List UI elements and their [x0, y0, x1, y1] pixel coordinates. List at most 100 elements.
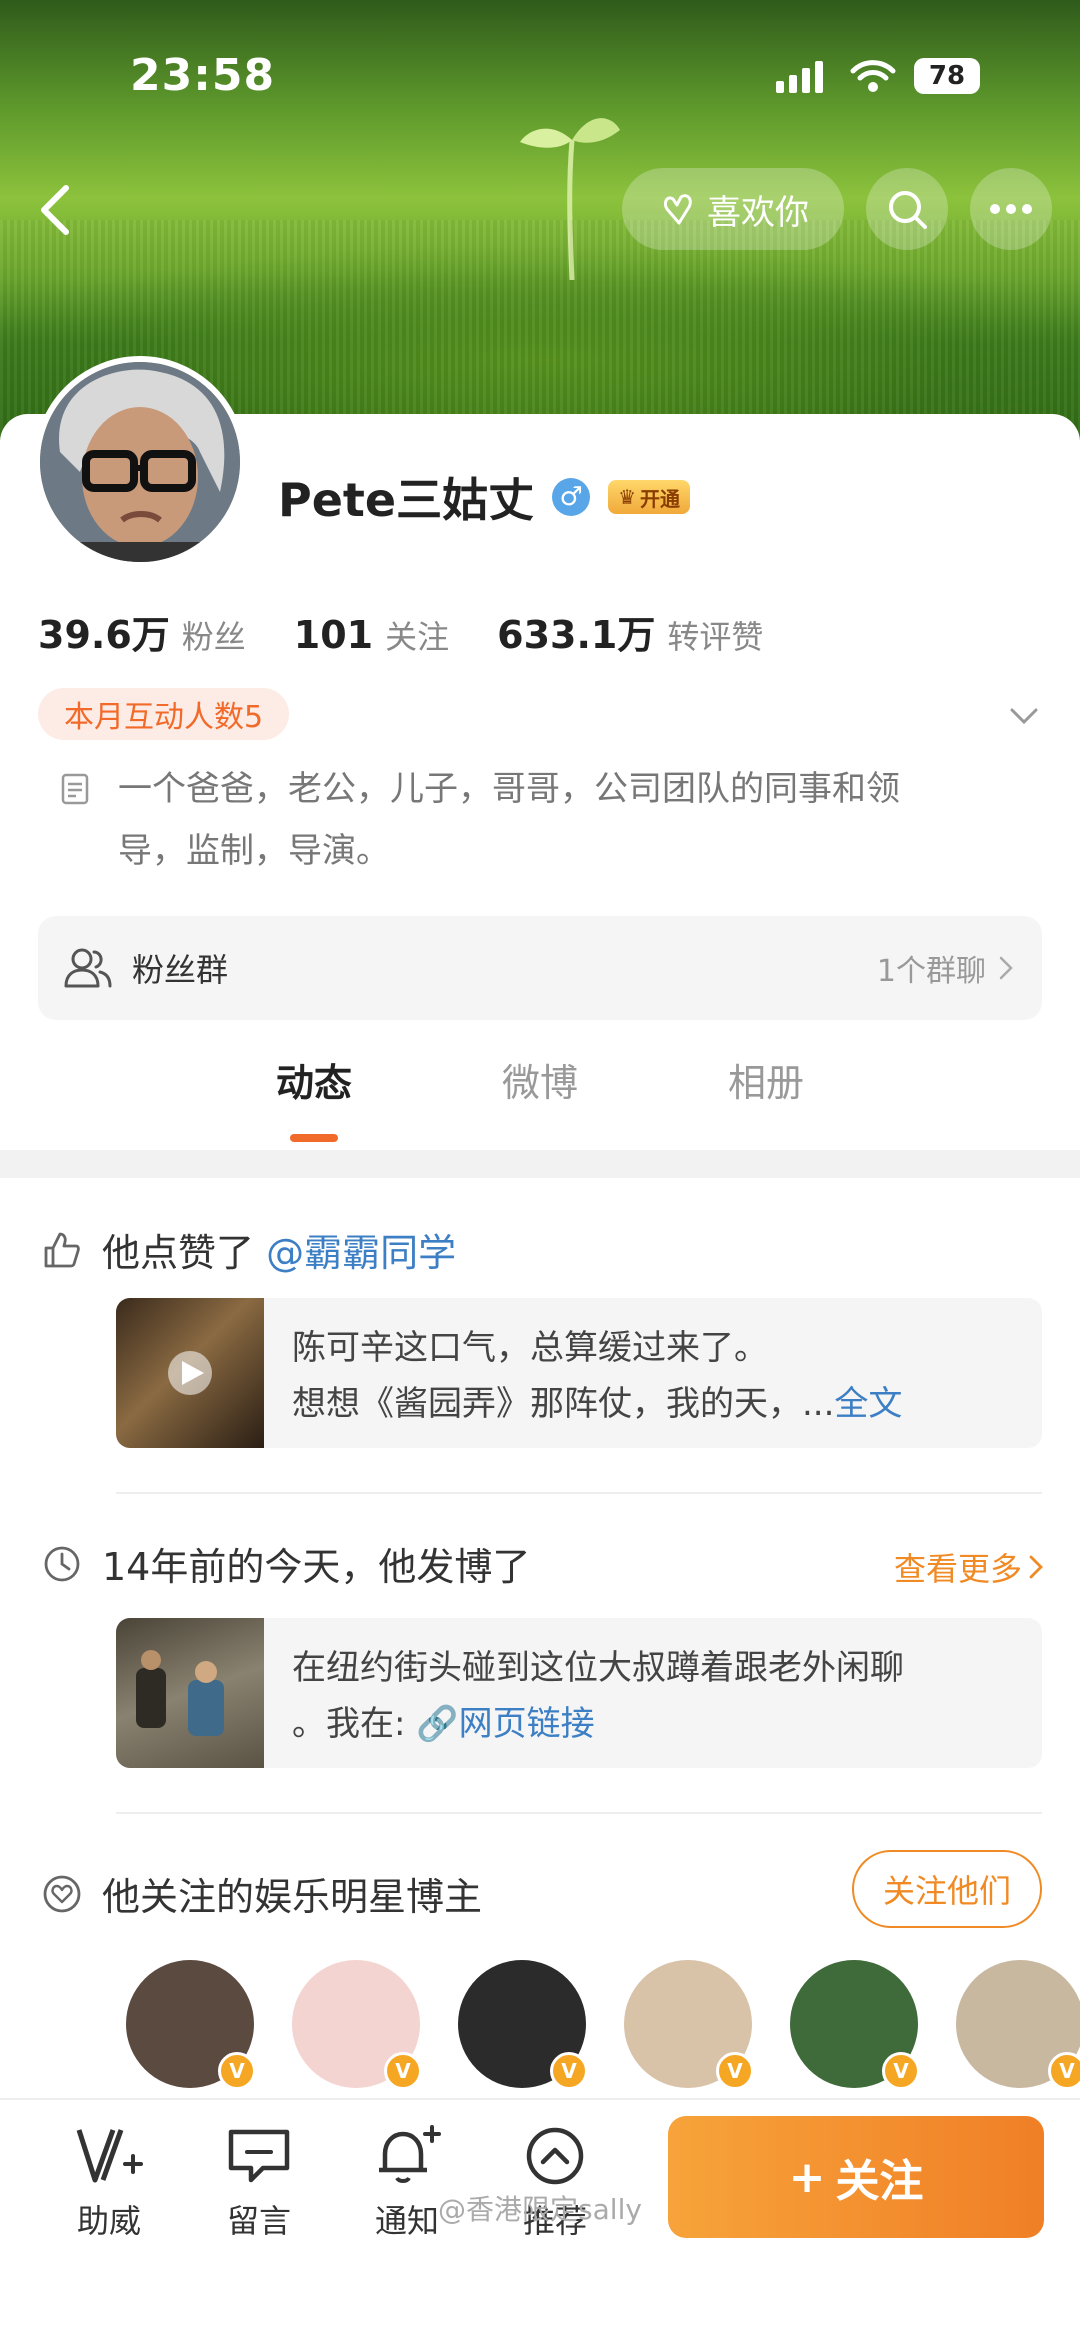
liked-prefix: 他点赞了: [102, 1231, 255, 1275]
see-more-link[interactable]: 查看更多: [894, 1544, 1044, 1590]
vip-label: 开通: [640, 486, 681, 511]
stat-following[interactable]: 101 关注: [294, 612, 449, 658]
more-button[interactable]: [970, 168, 1052, 250]
liked-user-link[interactable]: @霸霸同学: [266, 1231, 456, 1275]
follow-them-button[interactable]: 关注他们: [852, 1850, 1042, 1928]
name-row: Pete三姑丈 ♂ ♛ 开通: [278, 464, 691, 530]
stat-value: 39.6万: [38, 613, 170, 657]
verified-icon: V: [218, 2052, 256, 2090]
play-icon: [168, 1351, 212, 1395]
recommend-icon: [526, 2127, 584, 2185]
tab-weibo[interactable]: 微博: [460, 1052, 620, 1107]
see-more-label: 查看更多: [893, 1550, 1022, 1588]
heart-icon: [43, 1875, 81, 1912]
star-avatar[interactable]: V: [458, 1960, 588, 2090]
status-time: 23:58: [130, 50, 276, 101]
crown-icon: ♛: [618, 485, 637, 509]
battery-indicator: 78: [914, 58, 980, 94]
verified-icon: V: [384, 2052, 422, 2090]
memory-header: 14年前的今天，他发博了: [42, 1536, 530, 1591]
wifi-icon: [850, 60, 896, 92]
memory-post-card[interactable]: 在纽约街头碰到这位大叔蹲着跟老外闲聊 。我在: 🔗网页链接: [116, 1618, 1042, 1768]
thumbs-up-icon: [44, 1232, 80, 1267]
stars-header: 他关注的娱乐明星博主: [42, 1866, 482, 1921]
tab-indicator: [290, 1134, 338, 1142]
document-icon: [61, 773, 89, 805]
group-icon: [64, 948, 112, 988]
verified-icon: V: [550, 2052, 588, 2090]
stat-interactions[interactable]: 633.1万 转评赞: [497, 604, 763, 659]
liked-header: 他点赞了 @霸霸同学: [42, 1222, 456, 1277]
profile-name: Pete三姑丈: [278, 473, 535, 527]
bio-line: 一个爸爸，老公，儿子，哥哥，公司团队的同事和领: [118, 769, 900, 809]
web-link[interactable]: 🔗网页链接: [416, 1704, 594, 1744]
like-you-button[interactable]: 喜欢你: [622, 168, 844, 250]
liked-post-line: 陈可辛这口气，总算缓过来了。: [292, 1328, 768, 1368]
chevron-down-icon[interactable]: [1004, 696, 1044, 736]
stat-label: 转评赞: [667, 618, 764, 656]
bell-plus-icon: [379, 2125, 441, 2183]
star-avatar[interactable]: V: [624, 1960, 754, 2090]
status-icons: 78: [776, 58, 980, 94]
verified-icon: V: [1048, 2052, 1080, 2090]
stat-label: 关注: [385, 618, 450, 656]
memory-title: 14年前的今天，他发博了: [102, 1545, 531, 1589]
profile-stats: 39.6万 粉丝 101 关注 633.1万 转评赞: [38, 604, 811, 659]
like-you-label: 喜欢你: [707, 192, 809, 233]
status-bar: 23:58 78: [0, 48, 1080, 108]
bio-line: 导，监制，导演。: [118, 831, 390, 871]
memory-post-text: 在纽约街头碰到这位大叔蹲着跟老外闲聊 。我在: 🔗网页链接: [264, 1618, 904, 1768]
web-link-label: 网页链接: [458, 1704, 595, 1744]
male-icon: ♂: [552, 478, 591, 516]
section-separator: [0, 1150, 1080, 1178]
avatar-image: [40, 362, 240, 562]
signal-icon: [776, 61, 823, 93]
stat-fans[interactable]: 39.6万 粉丝: [38, 604, 246, 659]
tab-activity[interactable]: 动态: [234, 1052, 394, 1107]
fan-group-count-label: 1个群聊: [876, 954, 986, 989]
video-thumbnail[interactable]: [116, 1298, 264, 1448]
profile-page: 23:58 78 喜欢你 Pete三姑丈 ♂ ♛ 开通 39.6万 粉丝 101…: [0, 0, 1080, 2341]
interaction-badge[interactable]: 本月互动人数5: [38, 688, 290, 740]
full-text-link[interactable]: 全文: [834, 1384, 902, 1424]
star-avatar[interactable]: V: [956, 1960, 1080, 2090]
profile-tabs: 动态 微博 相册: [0, 1052, 1080, 1148]
avatar[interactable]: [34, 356, 246, 568]
stat-label: 粉丝: [181, 618, 246, 656]
search-button[interactable]: [866, 168, 948, 250]
liked-post-line: 想想《酱园弄》那阵仗，我的天，...: [292, 1384, 835, 1424]
star-avatars: V V V V V V: [126, 1960, 1080, 2090]
divider: [116, 1492, 1042, 1494]
chevron-right-icon: [1029, 1555, 1043, 1579]
memory-post-line: 。我在:: [292, 1704, 406, 1744]
clock-icon: [44, 1546, 80, 1581]
stat-value: 633.1万: [497, 613, 656, 657]
fan-group-count: 1个群聊: [877, 946, 1014, 990]
divider: [116, 1812, 1042, 1814]
fan-group-row[interactable]: 粉丝群 1个群聊: [38, 916, 1042, 1020]
verified-icon: V: [716, 2052, 754, 2090]
verified-icon: V: [882, 2052, 920, 2090]
post-thumbnail[interactable]: [116, 1618, 264, 1768]
link-icon: 🔗: [416, 1704, 459, 1744]
watermark: @香港限定sally: [438, 2193, 642, 2226]
cheer-icon: [76, 2129, 143, 2183]
vip-badge[interactable]: ♛ 开通: [608, 480, 691, 514]
liked-post-text: 陈可辛这口气，总算缓过来了。 想想《酱园弄》那阵仗，我的天，...全文: [264, 1298, 902, 1448]
message-icon: [228, 2129, 290, 2183]
top-bar: 喜欢你: [0, 168, 1080, 252]
tab-album[interactable]: 相册: [686, 1052, 846, 1107]
star-avatar[interactable]: V: [790, 1960, 920, 2090]
back-icon[interactable]: [28, 180, 88, 240]
star-avatar[interactable]: V: [292, 1960, 422, 2090]
liked-post-card[interactable]: 陈可辛这口气，总算缓过来了。 想想《酱园弄》那阵仗，我的天，...全文: [116, 1298, 1042, 1448]
fan-group-label: 粉丝群: [132, 951, 229, 989]
memory-post-line: 在纽约街头碰到这位大叔蹲着跟老外闲聊: [292, 1648, 904, 1688]
more-icon: [990, 204, 1032, 214]
stars-title: 他关注的娱乐明星博主: [102, 1875, 483, 1919]
people-image: [136, 1650, 224, 1736]
stat-value: 101: [293, 613, 374, 657]
search-icon: [889, 191, 927, 229]
hand-heart-icon: [663, 194, 692, 225]
star-avatar[interactable]: V: [126, 1960, 256, 2090]
